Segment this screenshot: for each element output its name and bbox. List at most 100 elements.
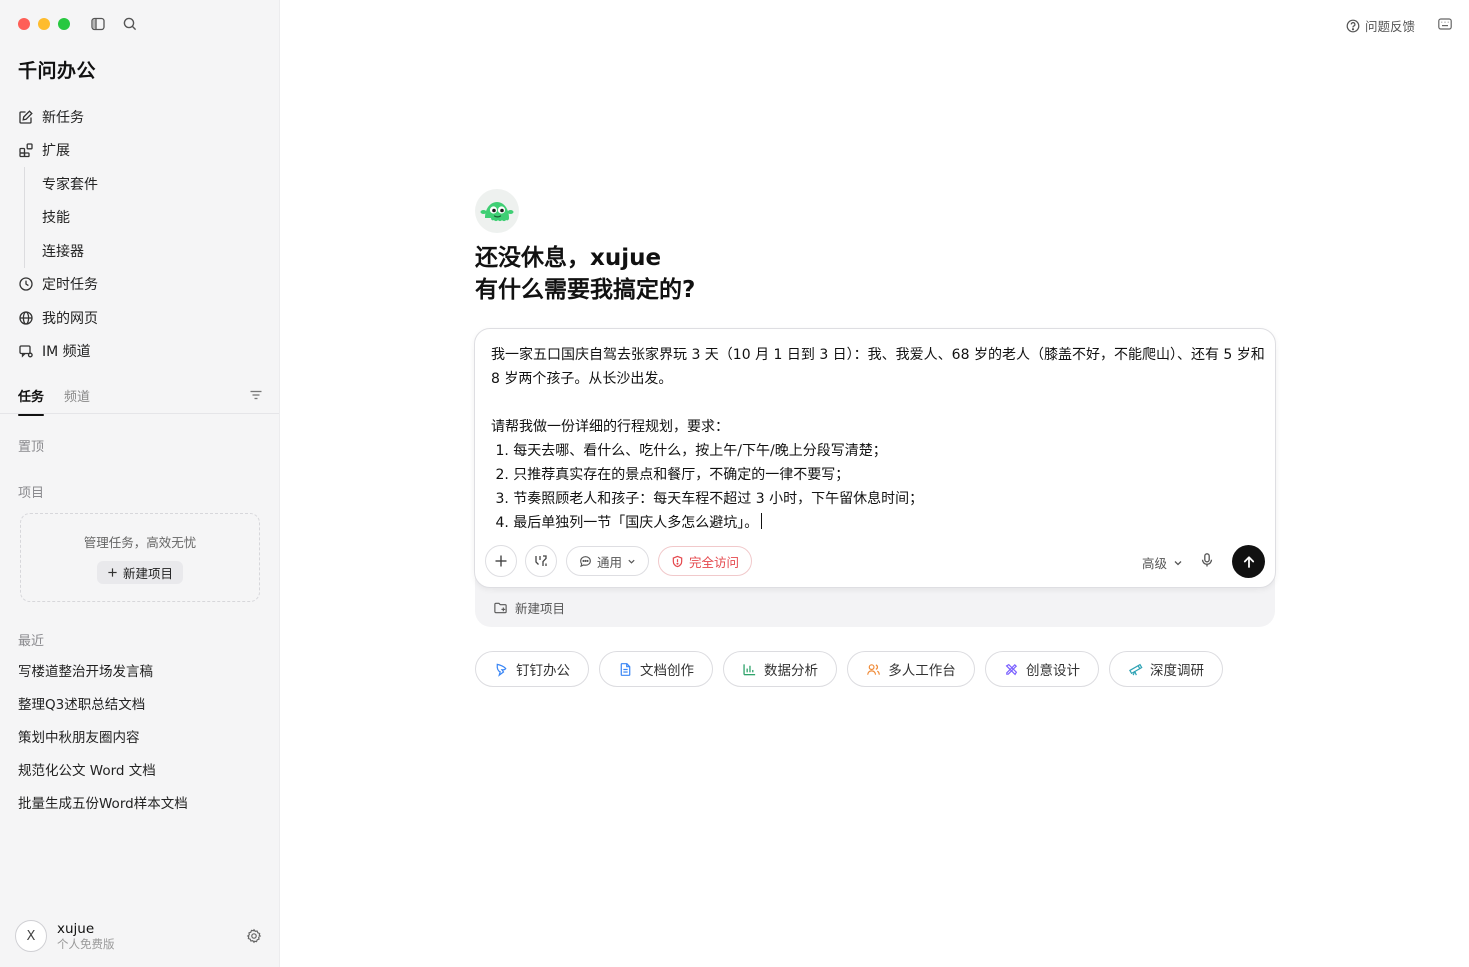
sidebar-toggle-icon[interactable] (90, 16, 106, 32)
prompt-composer[interactable]: 我一家五口国庆自驾去张家界玩 3 天（10 月 1 日到 3 日）：我、我爱人、… (474, 328, 1276, 588)
search-icon[interactable] (122, 16, 138, 32)
section-recent: 最近 (18, 634, 45, 649)
shield-icon (672, 555, 683, 567)
sidebar-item-label: 扩展 (42, 143, 70, 160)
chip-document-writing[interactable]: 文档创作 (599, 651, 713, 687)
chip-dingtalk[interactable]: 钉钉办公 (475, 651, 589, 687)
folder-plus-icon (494, 602, 507, 614)
user-name: xujue (57, 920, 95, 937)
microphone-icon[interactable] (1199, 552, 1215, 568)
mode-label: 通用 (597, 554, 623, 570)
new-project-button[interactable]: 新建项目 (96, 561, 183, 584)
sidebar-item-new-task[interactable]: 新任务 (18, 100, 268, 134)
composer-new-project-label: 新建项目 (515, 601, 566, 616)
sidebar-item-label: 专家套件 (42, 176, 98, 193)
mode-selector[interactable]: 通用 (566, 546, 650, 576)
full-access-button[interactable]: 完全访问 (658, 546, 753, 576)
add-attachment-button[interactable] (485, 545, 517, 577)
sidebar-nav: 新任务 扩展 专家套件 技能 连接器 定时任务 我的网页 IM 频道 (18, 100, 268, 368)
plus-icon (108, 568, 117, 577)
sidebar: 千问办公 新任务 扩展 专家套件 技能 连接器 定时任务 我的网页 IM 频道 … (0, 0, 280, 967)
user-profile[interactable]: X xujue 个人免费版 (15, 920, 115, 952)
chart-icon (743, 663, 756, 675)
chevron-down-icon (628, 559, 635, 564)
document-icon (620, 662, 631, 676)
recent-item[interactable]: 整理Q3述职总结文档 (18, 686, 188, 719)
sidebar-item-im-channel[interactable]: IM 频道 (18, 335, 268, 369)
edit-icon (19, 110, 33, 124)
composer-toolbar: 通用 完全访问 高级 (485, 545, 1265, 578)
prompt-input[interactable]: 我一家五口国庆自驾去张家界玩 3 天（10 月 1 日到 3 日）：我、我爱人、… (491, 343, 1265, 535)
sidebar-item-label: 技能 (42, 210, 70, 227)
chip-label: 创意设计 (1026, 663, 1080, 679)
composer-new-project-button[interactable]: 新建项目 (493, 598, 565, 617)
sidebar-item-connectors[interactable]: 连接器 (42, 234, 268, 268)
sidebar-item-scheduled-tasks[interactable]: 定时任务 (18, 268, 268, 302)
filter-icon[interactable] (249, 388, 263, 402)
telescope-icon (1129, 663, 1143, 675)
sidebar-tabs: 任务 频道 (0, 380, 279, 416)
advanced-label: 高级 (1141, 556, 1167, 571)
sidebar-item-label: IM 频道 (42, 344, 91, 361)
advanced-dropdown[interactable]: 高级 (1142, 553, 1183, 572)
keyboard-icon[interactable] (1437, 16, 1453, 32)
chevron-down-icon (1174, 560, 1182, 565)
plus-icon (495, 555, 507, 567)
sidebar-item-label: 连接器 (42, 243, 84, 260)
send-button[interactable] (1232, 545, 1265, 578)
user-info: xujue 个人免费版 (57, 920, 115, 951)
design-icon (1005, 663, 1018, 675)
arrow-up-icon (1243, 555, 1254, 568)
sidebar-item-label: 新任务 (42, 109, 84, 126)
chip-data-analysis[interactable]: 数据分析 (723, 651, 837, 687)
feedback-button[interactable]: 问题反馈 (1346, 16, 1415, 35)
window-controls (18, 18, 70, 30)
gear-icon[interactable] (246, 928, 262, 944)
tools-icon (535, 555, 547, 566)
greeting-line-1: 还没休息，xujue (475, 245, 662, 271)
recent-list: 写楼道整治开场发言稿 整理Q3述职总结文档 策划中秋朋友圈内容 规范化公文 Wo… (18, 653, 188, 818)
chip-label: 数据分析 (764, 663, 818, 679)
greeting-line-2: 有什么需要我搞定的? (475, 277, 696, 303)
section-pinned: 置顶 (18, 440, 45, 455)
sidebar-item-extend[interactable]: 扩展 (18, 134, 268, 168)
tab-tasks[interactable]: 任务 (18, 386, 45, 416)
sidebar-item-skills[interactable]: 技能 (42, 201, 268, 235)
chip-label: 文档创作 (640, 663, 694, 679)
recent-item[interactable]: 批量生成五份Word样本文档 (18, 785, 188, 818)
full-access-label: 完全访问 (689, 554, 740, 570)
new-project-label: 新建项目 (122, 566, 173, 581)
chip-creative-design[interactable]: 创意设计 (985, 651, 1099, 687)
help-icon (1346, 19, 1360, 32)
tab-channels[interactable]: 频道 (64, 386, 90, 405)
section-projects: 项目 (18, 486, 45, 501)
maximize-window-button[interactable] (58, 18, 70, 30)
extend-submenu: 专家套件 技能 连接器 (24, 167, 268, 268)
recent-item[interactable]: 规范化公文 Word 文档 (18, 752, 188, 785)
extension-icon (19, 143, 33, 158)
prompt-text-content: 我一家五口国庆自驾去张家界玩 3 天（10 月 1 日到 3 日）：我、我爱人、… (491, 347, 1265, 531)
im-channel-icon (19, 345, 33, 358)
globe-icon (19, 311, 33, 325)
chat-bubble-icon (580, 555, 591, 567)
chip-label: 深度调研 (1150, 663, 1204, 679)
sidebar-item-my-pages[interactable]: 我的网页 (18, 301, 268, 335)
dingtalk-icon (496, 663, 507, 677)
minimize-window-button[interactable] (38, 18, 50, 30)
close-window-button[interactable] (18, 18, 30, 30)
tools-button[interactable] (525, 545, 557, 577)
chip-label: 多人工作台 (888, 663, 956, 679)
project-hint: 管理任务，高效无忧 (83, 535, 197, 550)
feedback-label: 问题反馈 (1364, 19, 1415, 34)
greeting-heading: 还没休息，xujue 有什么需要我搞定的? (475, 242, 695, 306)
sidebar-item-label: 我的网页 (42, 310, 98, 327)
recent-item[interactable]: 写楼道整治开场发言稿 (18, 653, 188, 686)
chip-deep-research[interactable]: 深度调研 (1109, 651, 1223, 687)
people-icon (867, 663, 881, 675)
sidebar-item-expert-suite[interactable]: 专家套件 (42, 167, 268, 201)
clock-icon (19, 277, 33, 291)
app-brand: 千问办公 (18, 60, 97, 82)
chip-multi-workspace[interactable]: 多人工作台 (847, 651, 975, 687)
recent-item[interactable]: 策划中秋朋友圈内容 (18, 719, 188, 752)
project-empty-card: 管理任务，高效无忧 新建项目 (20, 513, 260, 602)
